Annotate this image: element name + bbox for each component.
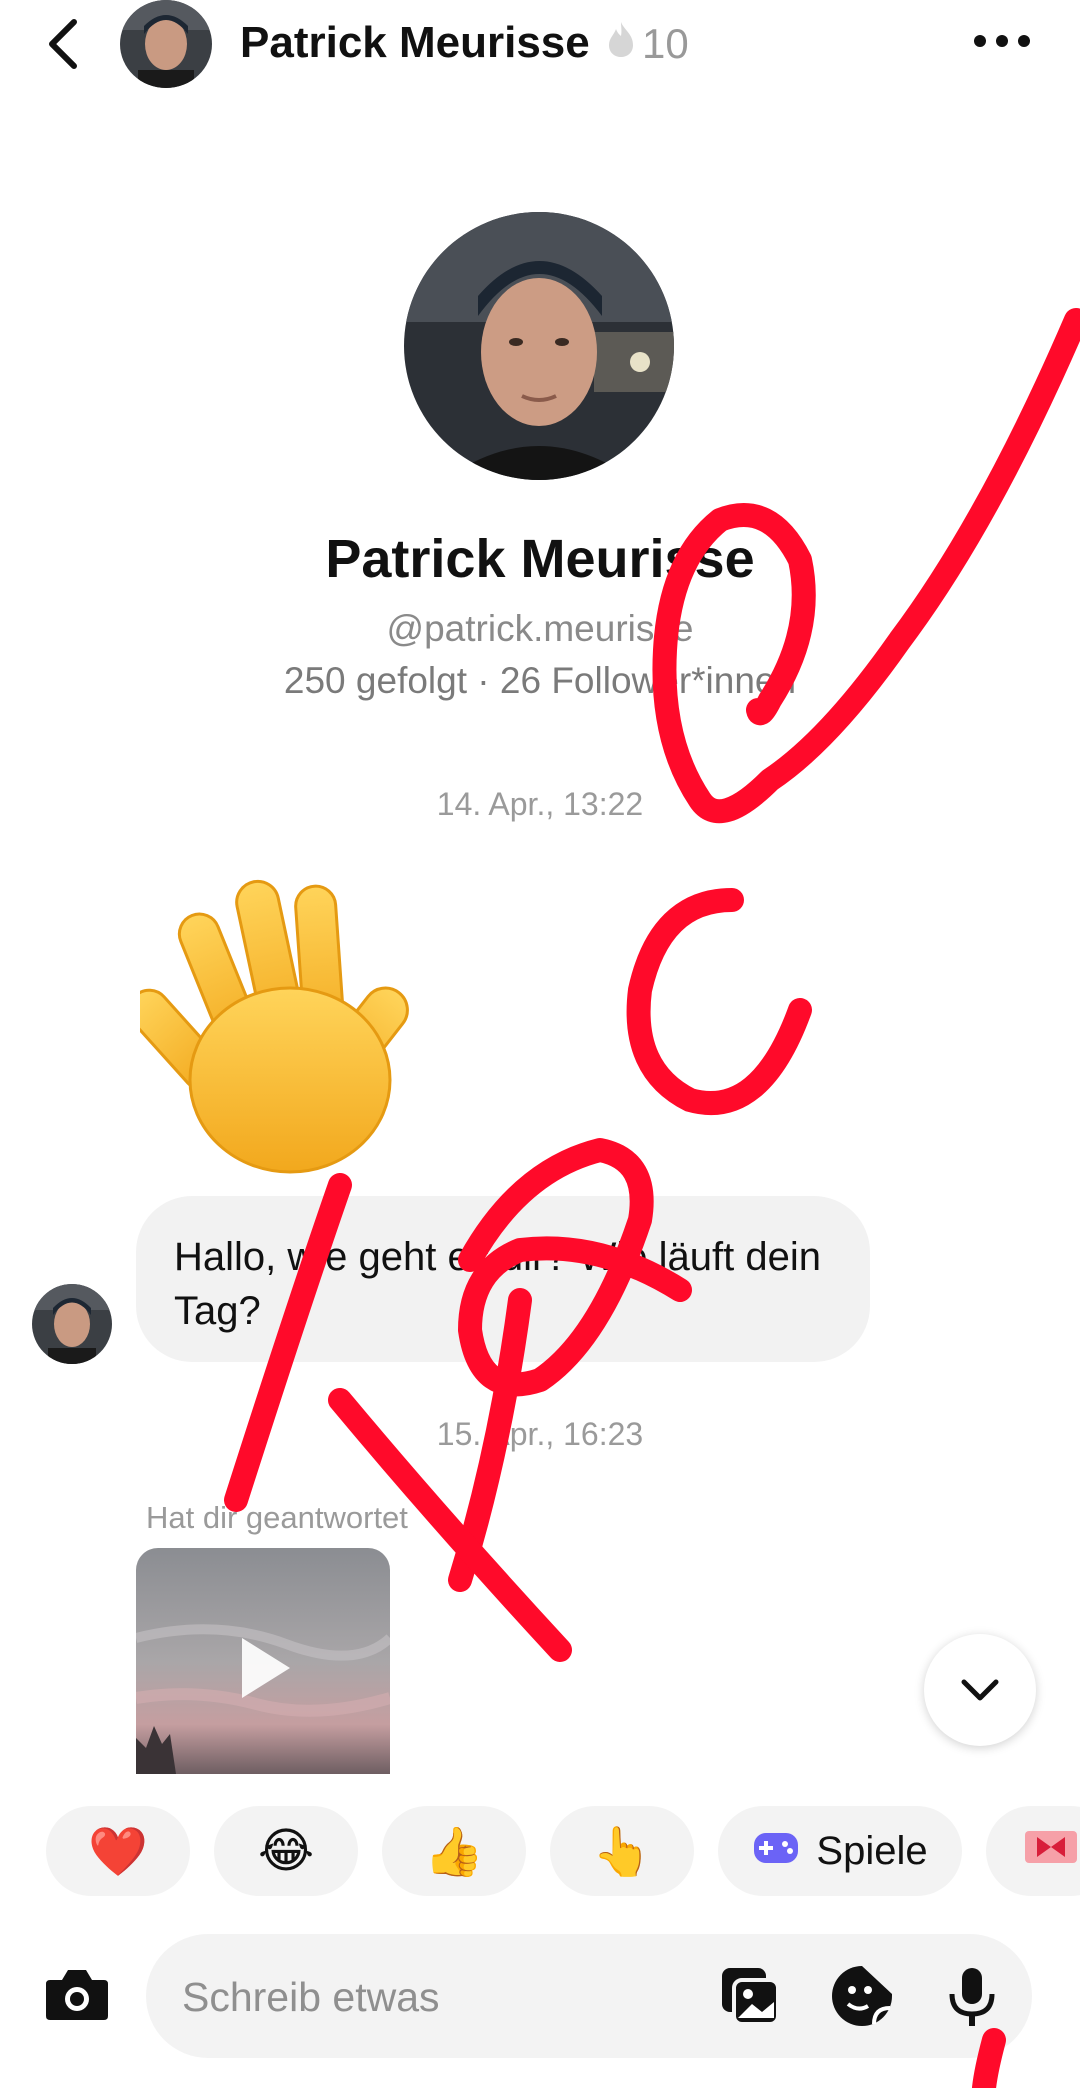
streak-count: 10 [642,20,689,67]
avatar[interactable] [32,1284,112,1364]
microphone-icon[interactable] [940,1964,1004,2028]
scroll-down-button[interactable] [924,1634,1036,1746]
message-text: Hallo, wie geht es dir? Wie läuft dein T… [174,1235,821,1333]
games-button[interactable]: Spiele [718,1806,962,1896]
streak-badge: 10 [606,20,689,68]
contact-name[interactable]: Patrick Meurisse [240,18,590,68]
chevron-left-icon[interactable] [40,16,90,72]
gift-button[interactable] [986,1806,1080,1896]
reaction-thumbs-up[interactable]: 👍 [382,1806,526,1896]
sticker-icon[interactable] [830,1964,894,2028]
reply-label: Hat dir geantwortet [146,1500,408,1535]
reaction-laugh[interactable]: 😂 [214,1806,358,1896]
message-input[interactable] [180,1968,684,2026]
reaction-heart[interactable]: ❤️ [46,1806,190,1896]
timestamp: 15. Apr., 16:23 [436,1416,644,1452]
chat-header: Patrick Meurisse 10 [0,0,1080,90]
quick-reactions: ❤️ 😂 👍 👆 Spiele [0,1806,1080,1902]
profile-avatar[interactable] [404,212,674,480]
message-bubble[interactable]: Hallo, wie geht es dir? Wie läuft dein T… [136,1196,870,1362]
profile-handle: @patrick.meurisse [386,608,694,649]
reaction-pointing[interactable]: 👆 [550,1806,694,1896]
avatar[interactable] [120,0,212,88]
gamepad-icon [752,1824,800,1879]
camera-icon[interactable] [44,1966,110,2022]
profile-name: Patrick Meurisse [325,529,755,589]
gift-icon [1023,1824,1079,1879]
chevron-down-icon [961,1679,999,1701]
games-label: Spiele [816,1828,928,1873]
flame-icon [606,20,636,68]
waving-hand-emoji[interactable] [127,870,440,1180]
more-horizontal-icon[interactable] [972,26,1032,56]
profile-stats: 250 gefolgt · 26 Follower*innen [283,660,797,701]
message-composer [146,1934,1032,2058]
image-gallery-icon[interactable] [718,1964,782,2028]
video-thumbnail[interactable] [136,1548,390,1774]
timestamp: 14. Apr., 13:22 [436,786,644,822]
